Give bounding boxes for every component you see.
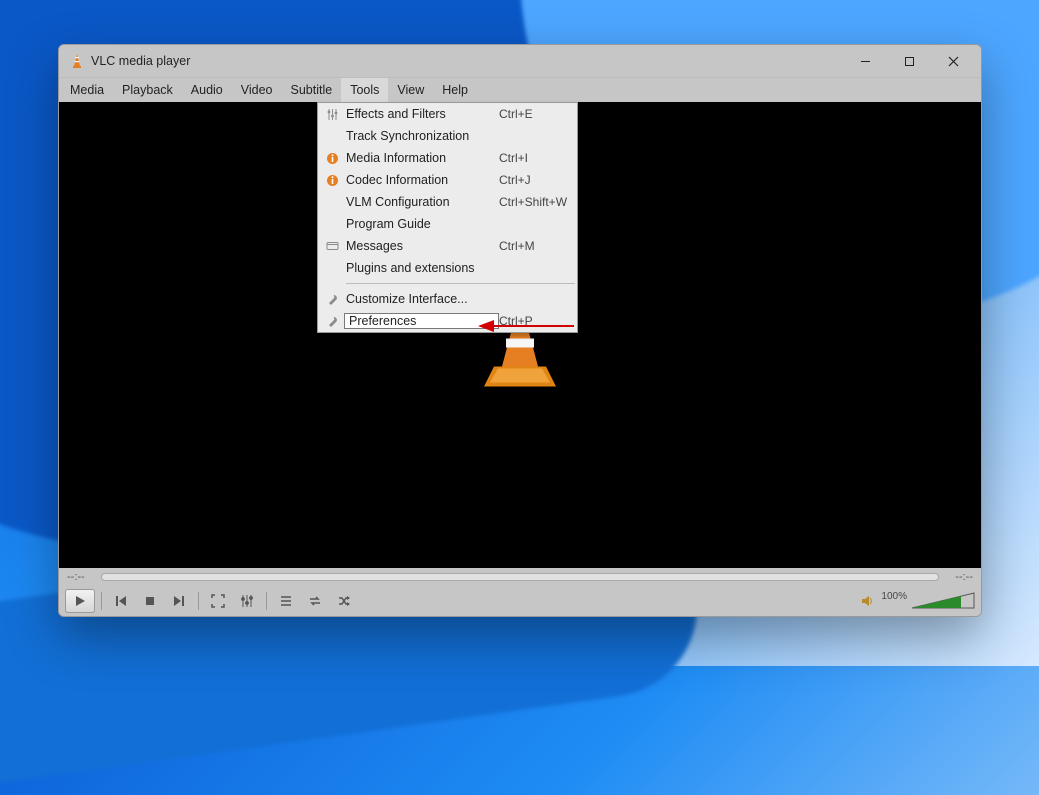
sliders-icon — [318, 108, 346, 121]
wrench-icon — [318, 293, 346, 306]
wrench-icon — [318, 315, 346, 328]
menu-track-sync[interactable]: Track Synchronization — [318, 125, 577, 147]
menu-messages[interactable]: Messages Ctrl+M — [318, 235, 577, 257]
separator — [198, 592, 199, 610]
menu-item-label: Messages — [346, 239, 499, 253]
previous-button[interactable] — [108, 590, 134, 612]
title-bar: VLC media player — [59, 45, 981, 77]
menu-tools[interactable]: Tools — [341, 78, 388, 102]
menu-codec-info[interactable]: Codec Information Ctrl+J — [318, 169, 577, 191]
seek-bar[interactable] — [101, 573, 939, 581]
tools-dropdown: Effects and Filters Ctrl+E Track Synchro… — [317, 102, 578, 333]
menu-media-info[interactable]: Media Information Ctrl+I — [318, 147, 577, 169]
menu-bar: Media Playback Audio Video Subtitle Tool… — [59, 77, 981, 102]
menu-item-shortcut: Ctrl+E — [499, 107, 577, 121]
play-button[interactable] — [65, 589, 95, 613]
menu-media[interactable]: Media — [61, 78, 113, 102]
playlist-button[interactable] — [273, 590, 299, 612]
separator — [101, 592, 102, 610]
stop-button[interactable] — [137, 590, 163, 612]
menu-item-label: Preferences — [344, 313, 499, 329]
next-button[interactable] — [166, 590, 192, 612]
time-elapsed[interactable]: --:-- — [67, 571, 95, 583]
menu-customize-interface[interactable]: Customize Interface... — [318, 288, 577, 310]
info-icon — [318, 152, 346, 165]
footer: --:-- --:-- — [59, 568, 981, 616]
menu-item-shortcut: Ctrl+P — [499, 314, 577, 328]
info-icon — [318, 174, 346, 187]
menu-item-label: Codec Information — [346, 173, 499, 187]
extended-settings-button[interactable] — [234, 590, 260, 612]
menu-help[interactable]: Help — [433, 78, 477, 102]
menu-item-label: Plugins and extensions — [346, 261, 499, 275]
menu-item-label: Program Guide — [346, 217, 499, 231]
menu-vlm-config[interactable]: VLM Configuration Ctrl+Shift+W — [318, 191, 577, 213]
menu-program-guide[interactable]: Program Guide — [318, 213, 577, 235]
menu-audio[interactable]: Audio — [182, 78, 232, 102]
menu-item-label: Track Synchronization — [346, 129, 499, 143]
fullscreen-button[interactable] — [205, 590, 231, 612]
separator — [266, 592, 267, 610]
maximize-button[interactable] — [887, 47, 931, 75]
minimize-button[interactable] — [843, 47, 887, 75]
menu-item-shortcut: Ctrl+J — [499, 173, 577, 187]
mute-button[interactable] — [857, 590, 877, 612]
menu-separator — [346, 283, 575, 284]
menu-plugins[interactable]: Plugins and extensions — [318, 257, 577, 279]
menu-effects-filters[interactable]: Effects and Filters Ctrl+E — [318, 103, 577, 125]
control-bar: 100% — [59, 586, 981, 616]
menu-item-shortcut: Ctrl+M — [499, 239, 577, 253]
menu-playback[interactable]: Playback — [113, 78, 182, 102]
video-area[interactable]: Effects and Filters Ctrl+E Track Synchro… — [59, 102, 981, 568]
menu-subtitle[interactable]: Subtitle — [282, 78, 342, 102]
window-title: VLC media player — [91, 54, 843, 68]
message-icon — [318, 240, 346, 253]
menu-item-label: Media Information — [346, 151, 499, 165]
menu-preferences[interactable]: Preferences Ctrl+P — [318, 310, 577, 332]
menu-item-shortcut: Ctrl+Shift+W — [499, 195, 577, 209]
menu-item-label: Effects and Filters — [346, 107, 499, 121]
vlc-cone-icon — [69, 53, 85, 69]
menu-video[interactable]: Video — [232, 78, 282, 102]
menu-view[interactable]: View — [388, 78, 433, 102]
volume-percent: 100% — [881, 591, 907, 602]
app-window: VLC media player Media Playback Audio Vi… — [58, 44, 982, 617]
volume-slider[interactable] — [911, 591, 975, 611]
volume-control: 100% — [857, 590, 975, 612]
seek-row: --:-- --:-- — [59, 568, 981, 586]
menu-item-shortcut: Ctrl+I — [499, 151, 577, 165]
close-button[interactable] — [931, 47, 975, 75]
loop-button[interactable] — [302, 590, 328, 612]
menu-item-label: VLM Configuration — [346, 195, 499, 209]
time-remaining[interactable]: --:-- — [945, 571, 973, 583]
random-button[interactable] — [331, 590, 357, 612]
menu-item-label: Customize Interface... — [346, 292, 499, 306]
